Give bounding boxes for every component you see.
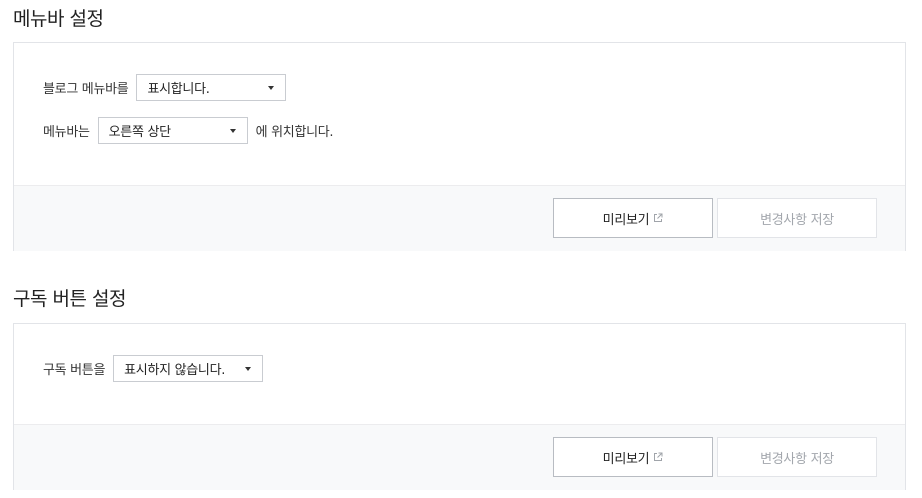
- menubar-position-row: 메뉴바는 오른쪽 상단 에 위치합니다.: [43, 117, 334, 144]
- external-link-icon: [654, 213, 663, 222]
- caret-down-icon: [229, 129, 236, 133]
- subscribe-button-label: 구독 버튼을: [43, 363, 106, 378]
- caret-down-icon: [245, 367, 252, 371]
- menubar-settings-footer: 미리보기 변경사항 저장: [14, 185, 905, 251]
- subscribe-settings-footer: 미리보기 변경사항 저장: [14, 424, 905, 490]
- menubar-position-suffix: 에 위치합니다.: [255, 125, 334, 140]
- menubar-position-label: 메뉴바는: [43, 125, 90, 140]
- subscribe-preview-label: 미리보기: [602, 451, 650, 467]
- subscribe-button-row: 구독 버튼을 표시하지 않습니다.: [43, 355, 264, 382]
- menubar-position-select-value: 오른쪽 상단: [108, 125, 171, 140]
- subscribe-settings-body: 구독 버튼을 표시하지 않습니다.: [14, 324, 905, 424]
- menubar-section-title: 메뉴바 설정: [13, 8, 104, 30]
- subscribe-section-title: 구독 버튼 설정: [13, 288, 126, 310]
- menubar-position-select[interactable]: 오른쪽 상단: [97, 117, 248, 144]
- subscribe-save-label: 변경사항 저장: [760, 451, 834, 467]
- menubar-settings-panel: 블로그 메뉴바를 표시합니다. 메뉴바는 오른쪽 상단 에 위치합니다. 미리보…: [13, 42, 906, 251]
- menubar-preview-button[interactable]: 미리보기: [553, 198, 713, 238]
- blog-menubar-select-value: 표시합니다.: [147, 82, 210, 97]
- subscribe-preview-button[interactable]: 미리보기: [553, 437, 713, 477]
- menubar-save-label: 변경사항 저장: [760, 212, 834, 228]
- menubar-save-button[interactable]: 변경사항 저장: [717, 198, 877, 238]
- menubar-settings-body: 블로그 메뉴바를 표시합니다. 메뉴바는 오른쪽 상단 에 위치합니다.: [14, 43, 905, 185]
- blog-menubar-select[interactable]: 표시합니다.: [136, 74, 287, 101]
- subscribe-button-select-value: 표시하지 않습니다.: [124, 363, 226, 378]
- external-link-icon: [654, 452, 663, 461]
- blog-menubar-label: 블로그 메뉴바를: [43, 82, 129, 97]
- blog-menubar-row: 블로그 메뉴바를 표시합니다.: [43, 74, 287, 101]
- menubar-preview-label: 미리보기: [602, 212, 650, 228]
- subscribe-button-select[interactable]: 표시하지 않습니다.: [113, 355, 264, 382]
- caret-down-icon: [268, 86, 275, 90]
- subscribe-settings-panel: 구독 버튼을 표시하지 않습니다. 미리보기 변경사항 저장: [13, 323, 906, 490]
- subscribe-save-button[interactable]: 변경사항 저장: [717, 437, 877, 477]
